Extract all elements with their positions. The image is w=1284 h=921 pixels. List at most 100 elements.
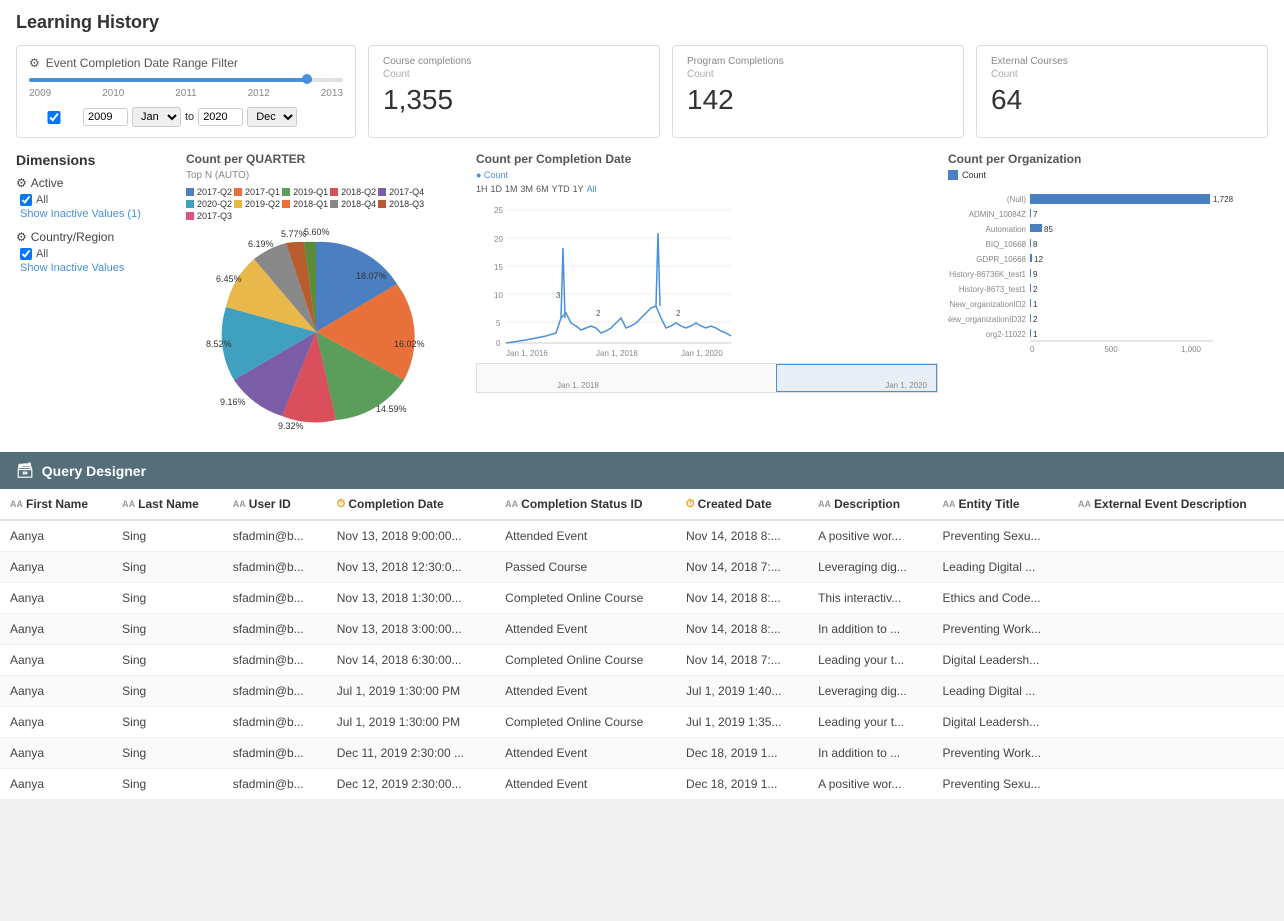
table-cell: Jul 1, 2019 1:40... [676,676,808,707]
legend-item: 2018-Q4 [330,199,376,209]
table-cell: sfadmin@b... [223,645,327,676]
bar[interactable] [1030,209,1031,217]
table-cell: This interactiv... [808,583,932,614]
country-all-checkbox[interactable] [20,248,32,260]
col-user-id: AA User ID [223,489,327,520]
table-cell: sfadmin@b... [223,769,327,800]
col-last-name: AA Last Name [112,489,223,520]
svg-text:25: 25 [494,206,503,215]
active-all-checkbox[interactable] [20,194,32,206]
svg-text:1,728: 1,728 [1213,195,1234,204]
table-cell: Completed Online Course [495,645,676,676]
table-cell: Aanya [0,738,112,769]
bar[interactable] [1030,269,1031,277]
show-inactive-link-active[interactable]: Show Inactive Values (1) [20,208,176,220]
bar[interactable] [1030,329,1031,337]
table-row: AanyaSingsfadmin@b...Nov 13, 2018 12:30:… [0,552,1284,583]
bar[interactable] [1030,284,1031,292]
dimensions-title: Dimensions [16,152,176,168]
legend-dot [282,188,290,196]
filter-1m[interactable]: 1M [505,184,518,194]
query-designer-title: Query Designer [42,463,146,479]
metric-label-program: Program Completions [687,56,949,67]
table-cell [1068,676,1284,707]
table-cell: In addition to ... [808,738,932,769]
query-designer: 🗃 Query Designer AA First Name AA Last N… [0,452,1284,800]
slider-thumb[interactable] [302,74,312,84]
table-cell: In addition to ... [808,614,932,645]
aa-icon: AA [233,499,246,509]
time-filter-row: ● Count [476,170,938,180]
to-year-input[interactable] [198,108,243,126]
from-year-input[interactable] [83,108,128,126]
pie-chart-container: Count per QUARTER Top N (AUTO) 2017-Q2 2… [186,152,466,440]
svg-text:6.45%: 6.45% [216,274,242,284]
svg-text:5.60%: 5.60% [304,227,330,237]
slider-track[interactable] [29,78,343,82]
table-cell: Preventing Work... [932,614,1068,645]
table-cell: Aanya [0,614,112,645]
pie-chart-svg: 18.07% 16.02% 14.59% 9.32% 9.16% 8.52% 6… [186,227,446,437]
gear-icon-active: ⚙ [16,176,27,190]
aa-icon: AA [818,499,831,509]
table-cell: sfadmin@b... [223,583,327,614]
bar[interactable] [1030,194,1210,204]
svg-text:8.52%: 8.52% [206,339,232,349]
show-inactive-link-country[interactable]: Show Inactive Values [20,262,176,274]
table-cell: Nov 13, 2018 12:30:0... [327,552,495,583]
table-cell: sfadmin@b... [223,552,327,583]
table-cell: Leveraging dig... [808,552,932,583]
svg-text:2: 2 [676,309,681,318]
metric-card-program: Program Completions Count 142 [672,45,964,138]
table-cell [1068,552,1284,583]
filter-1h[interactable]: 1H [476,184,488,194]
table-cell: Sing [112,614,223,645]
svg-text:GDPR_10668: GDPR_10668 [976,255,1026,264]
table-cell: Sing [112,645,223,676]
time-filters: 1H 1D 1M 3M 6M YTD 1Y All [476,184,938,194]
col-first-name: AA First Name [0,489,112,520]
legend-item: 2017-Q2 [186,187,232,197]
svg-text:Jan 1, 2018: Jan 1, 2018 [596,349,638,358]
line-chart-svg: 25 20 15 10 5 0 Jan 1, 2016 Jan 1, 2018 … [476,198,736,358]
bar-chart-legend-dot [948,170,958,180]
table-cell: Leading Digital ... [932,552,1068,583]
filter-1d[interactable]: 1D [491,184,503,194]
filter-1y[interactable]: 1Y [573,184,584,194]
table-cell: sfadmin@b... [223,520,327,552]
line-chart-spike2 [656,233,660,306]
bar[interactable] [1030,314,1031,322]
legend-item: 2018-Q1 [282,199,328,209]
line-chart-line [506,306,731,343]
data-table: AA First Name AA Last Name AA User ID [0,489,1284,800]
filter-6m[interactable]: 6M [536,184,549,194]
bar[interactable] [1030,299,1031,307]
svg-text:2: 2 [1033,315,1038,324]
filter-ytd[interactable]: YTD [552,184,570,194]
svg-text:Jan 1, 2016: Jan 1, 2016 [506,349,548,358]
pie-chart-subtitle: Top N (AUTO) [186,170,466,181]
line-chart-spike [561,248,565,318]
table-cell [1068,520,1284,552]
bar[interactable] [1030,239,1031,247]
filter-all[interactable]: All [587,184,597,194]
table-row: AanyaSingsfadmin@b...Jul 1, 2019 1:30:00… [0,676,1284,707]
aa-icon: AA [942,499,955,509]
bar[interactable] [1030,254,1032,262]
legend-item: 2017-Q1 [234,187,280,197]
filter-inputs: JanFeb to DecJan [29,107,343,127]
table-cell: Nov 14, 2018 8:... [676,614,808,645]
svg-text:New_organizationID2: New_organizationID2 [950,300,1027,309]
table-body: AanyaSingsfadmin@b...Nov 13, 2018 9:00:0… [0,520,1284,800]
bar[interactable] [1030,224,1042,232]
filter-3m[interactable]: 3M [521,184,534,194]
from-month-select[interactable]: JanFeb [132,107,181,127]
table-cell: Nov 13, 2018 3:00:00... [327,614,495,645]
table-cell: A positive wor... [808,769,932,800]
to-month-select[interactable]: DecJan [247,107,297,127]
bar-chart-legend-label: Count [962,170,986,180]
svg-text:7: 7 [1033,210,1038,219]
filter-checkbox[interactable] [29,111,79,124]
col-completion-date: ⏱ Completion Date [327,489,495,520]
slider-fill [29,78,312,82]
